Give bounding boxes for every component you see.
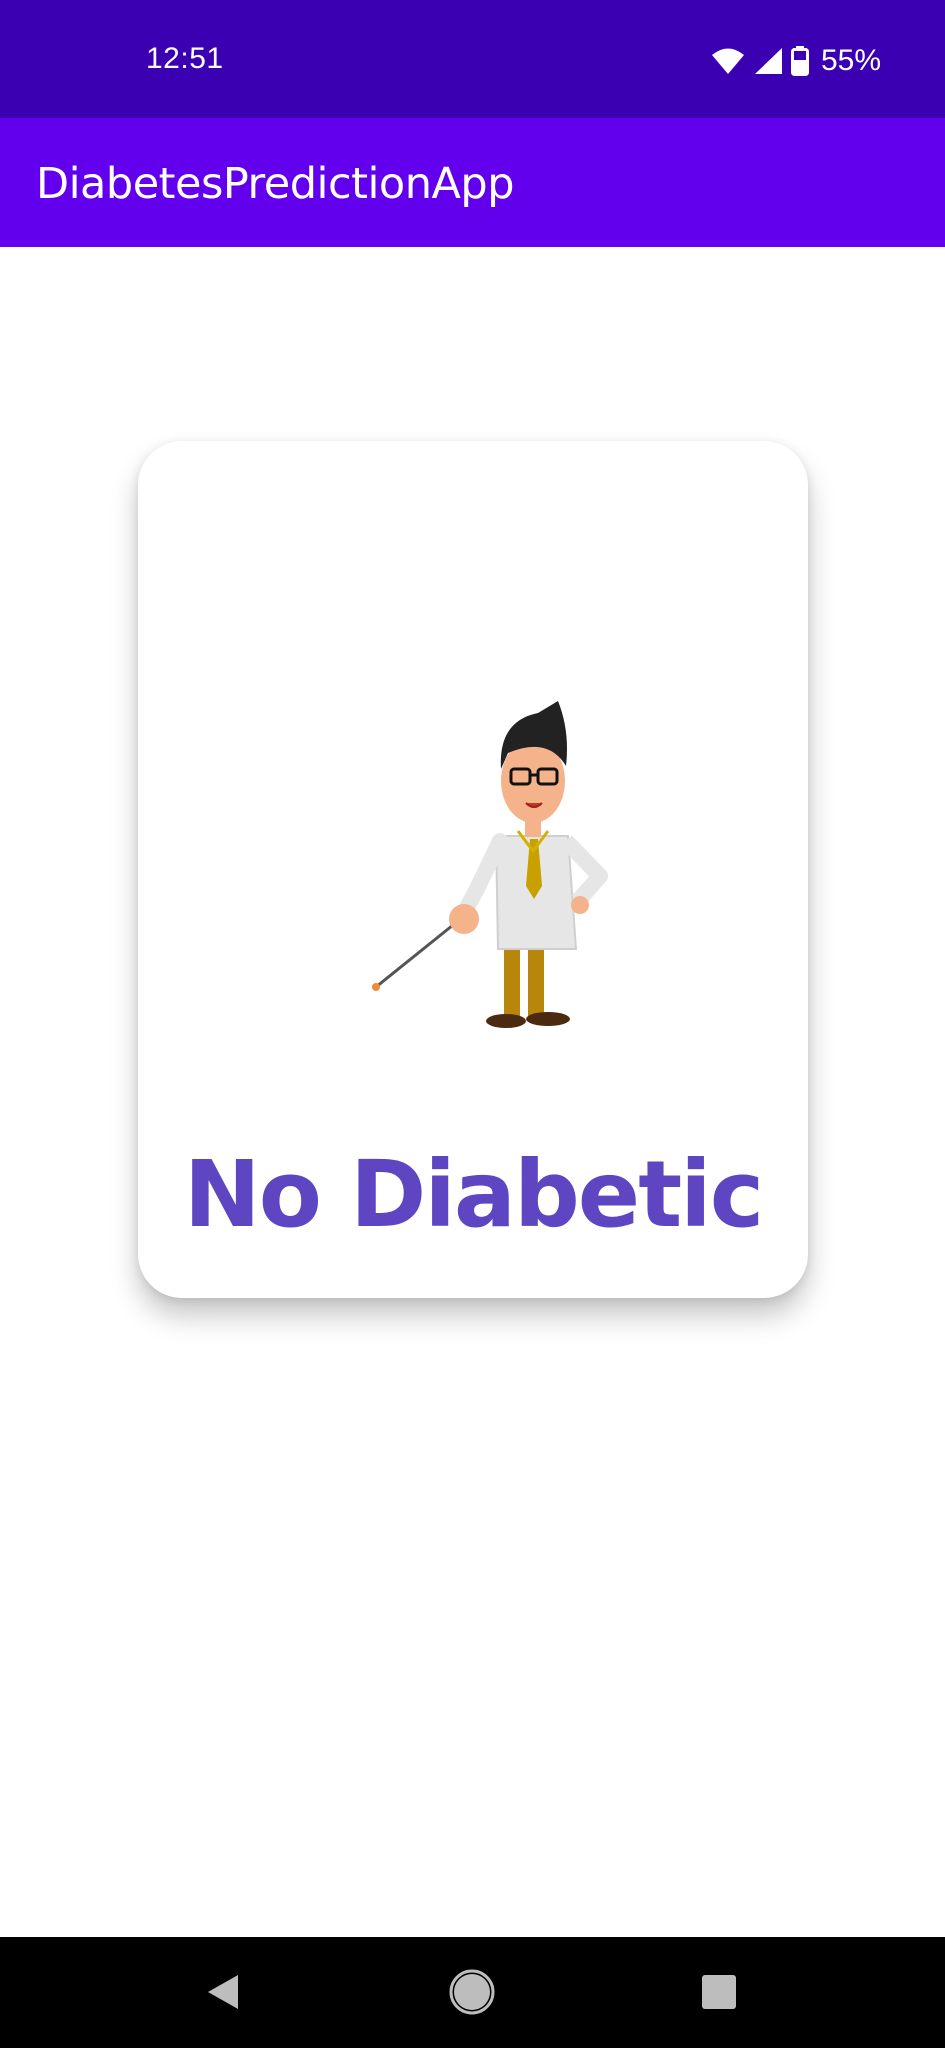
status-time: 12:51 [146,42,224,75]
prediction-result: No Diabetic [183,1141,765,1248]
app-title: DiabetesPredictionApp [36,159,515,209]
status-bar: 12:51 55% [0,0,945,118]
battery-icon [790,46,809,76]
doctor-illustration [372,701,608,1028]
back-icon[interactable] [198,1967,248,2017]
result-card: No Diabetic [138,441,808,1298]
app-bar: DiabetesPredictionApp [0,118,945,247]
status-icons: 55% [711,42,881,80]
navigation-bar [0,1937,945,2048]
wifi-icon [711,48,744,74]
home-icon[interactable] [447,1967,497,2017]
signal-icon [754,48,782,74]
recents-icon[interactable] [694,1967,744,2017]
battery-percent: 55% [820,44,881,77]
